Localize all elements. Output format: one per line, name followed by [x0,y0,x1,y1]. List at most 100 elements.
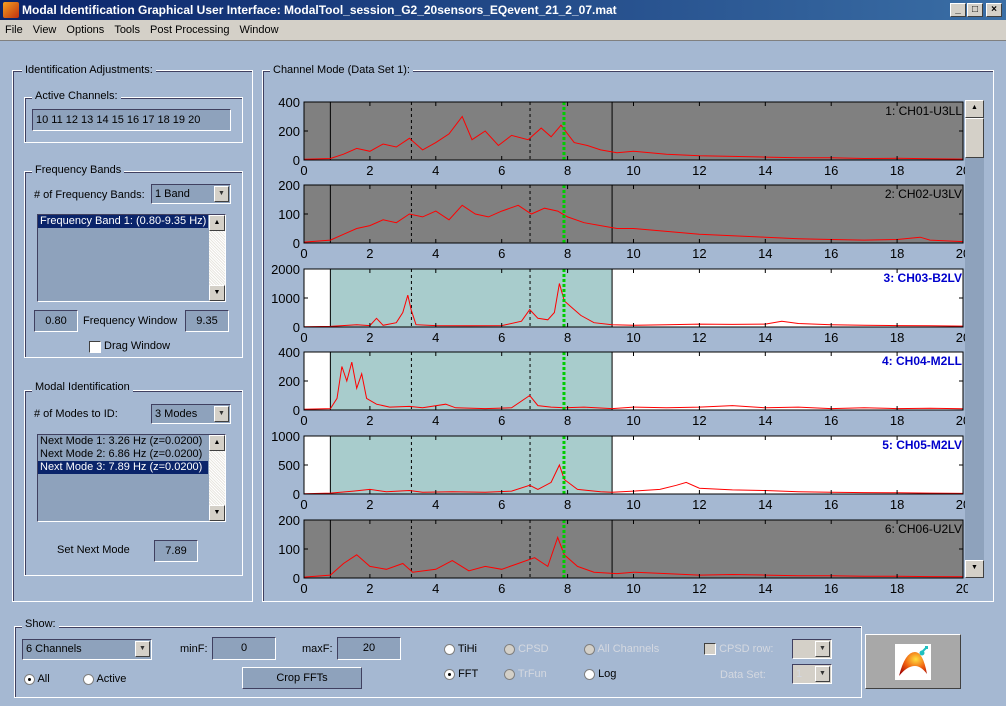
x-tick-label: 4 [432,581,439,596]
x-tick-label: 8 [564,330,571,345]
num-bands-dropdown[interactable]: 1 Band ▼ [151,184,231,204]
show-panel [14,626,862,698]
radio-icon[interactable] [584,643,595,655]
list-item[interactable]: Next Mode 3: 7.89 Hz (z=0.0200) [38,461,208,474]
cpsd-row-checkbox[interactable]: CPSD row: [704,643,773,656]
surface-plot-button[interactable] [865,634,961,689]
crop-ffts-button[interactable]: Crop FFTs [242,667,362,689]
x-tick-label: 6 [498,163,505,178]
radio-all[interactable]: All [24,673,50,685]
chevron-down-icon[interactable]: ▼ [815,641,830,657]
x-tick-label: 10 [626,163,640,178]
scroll-down-icon[interactable]: ▼ [209,505,225,521]
x-tick-label: 2 [366,497,373,512]
x-tick-label: 2 [366,413,373,428]
radio-tihi[interactable]: TiHi [444,643,477,655]
data-set-dropdown[interactable]: 1 ▼ [792,664,832,684]
checkbox-icon[interactable] [704,643,716,656]
modal-identification-label: Modal Identification [32,381,133,393]
plot-background [304,520,963,578]
scroll-up-icon[interactable]: ▲ [209,435,225,451]
scroll-down-icon[interactable]: ▼ [965,560,984,578]
list-item[interactable]: Next Mode 1: 3.26 Hz (z=0.0200) [38,435,208,448]
menu-options[interactable]: Options [61,20,109,41]
menu-tools[interactable]: Tools [109,20,145,41]
radio-icon[interactable] [24,673,35,685]
surface-plot-icon [895,644,931,680]
x-tick-label: 4 [432,330,439,345]
y-tick-label: 0 [293,403,300,418]
chevron-down-icon[interactable]: ▼ [135,641,150,657]
radio-log-label: Log [598,668,617,680]
x-tick-label: 14 [758,163,772,178]
y-tick-label: 2000 [271,262,300,277]
set-next-mode-label: Set Next Mode [57,544,130,556]
chevron-down-icon[interactable]: ▼ [214,406,229,422]
x-tick-label: 8 [564,163,571,178]
radio-fft[interactable]: FFT [444,668,478,680]
menu-file[interactable]: File [0,20,28,41]
radio-active[interactable]: Active [83,673,126,685]
y-tick-label: 0 [293,571,300,586]
radio-icon[interactable] [83,673,94,685]
frequency-bands-list[interactable]: Frequency Band 1: (0.80-9.35 Hz) ▲ ▼ [37,214,226,302]
list-scrollbar[interactable]: ▲ ▼ [209,215,225,301]
radio-all-label: All [37,673,50,685]
menu-window[interactable]: Window [234,20,283,41]
channel-plot-5: 02468101214161820050010005: CH05-M2LV [271,429,968,512]
radio-icon[interactable] [444,643,455,655]
x-tick-label: 18 [890,581,904,596]
scroll-down-icon[interactable]: ▼ [209,285,225,301]
minf-field[interactable]: 0 [212,637,276,660]
num-modes-dropdown[interactable]: 3 Modes ▼ [151,404,231,424]
close-button[interactable]: × [986,3,1002,17]
minimize-button[interactable]: _ [950,3,966,17]
cpsd-row-dropdown[interactable]: ▼ [792,639,832,659]
radio-trfun[interactable]: TrFun [504,668,547,680]
x-tick-label: 0 [300,581,307,596]
num-bands-value: 1 Band [155,188,190,200]
modes-list[interactable]: Next Mode 1: 3.26 Hz (z=0.0200) Next Mod… [37,434,226,522]
channels-count-dropdown[interactable]: 6 Channels ▼ [22,639,152,660]
list-item[interactable]: Frequency Band 1: (0.80-9.35 Hz) [38,215,208,228]
channel-plots[interactable]: 0246810121416182002004001: CH01-U3LL0246… [262,88,968,600]
list-scrollbar[interactable]: ▲ ▼ [209,435,225,521]
chevron-down-icon[interactable]: ▼ [815,666,830,682]
menu-view[interactable]: View [28,20,62,41]
menu-post-processing[interactable]: Post Processing [145,20,234,41]
scroll-up-icon[interactable]: ▲ [209,215,225,231]
scroll-up-icon[interactable]: ▲ [965,100,984,118]
scroll-thumb[interactable] [965,118,984,158]
channels-count-value: 6 Channels [26,643,82,655]
maxf-field[interactable]: 20 [337,637,401,660]
y-tick-label: 100 [278,207,300,222]
chevron-down-icon[interactable]: ▼ [214,186,229,202]
x-tick-label: 0 [300,163,307,178]
x-tick-label: 12 [692,163,706,178]
list-item[interactable]: Next Mode 2: 6.86 Hz (z=0.0200) [38,448,208,461]
band-max-field[interactable]: 9.35 [185,310,229,332]
radio-icon[interactable] [504,668,515,680]
radio-log[interactable]: Log [584,668,616,680]
x-tick-label: 12 [692,246,706,261]
y-tick-label: 1000 [271,429,300,444]
channel-plot-3: 024681012141618200100020003: CH03-B2LV [271,262,968,345]
y-tick-label: 0 [293,320,300,335]
radio-icon[interactable] [584,668,595,680]
channel-title: 1: CH01-U3LL [885,104,962,118]
set-next-mode-field[interactable]: 7.89 [154,540,198,562]
y-tick-label: 100 [278,542,300,557]
drag-window-checkbox[interactable] [89,341,101,353]
radio-cpsd[interactable]: CPSD [504,643,549,655]
radio-icon[interactable] [504,643,515,655]
radio-icon[interactable] [444,668,455,680]
band-min-field[interactable]: 0.80 [34,310,78,332]
x-tick-label: 0 [300,246,307,261]
active-channels-field[interactable]: 10 11 12 13 14 15 16 17 18 19 20 [32,109,231,131]
plots-scrollbar[interactable]: ▲ ▼ [965,100,984,578]
x-tick-label: 10 [626,330,640,345]
maximize-button[interactable]: □ [967,3,983,17]
x-tick-label: 18 [890,246,904,261]
channel-mode-title: Channel Mode (Data Set 1): [270,64,413,76]
radio-all-channels[interactable]: All Channels [584,643,659,655]
